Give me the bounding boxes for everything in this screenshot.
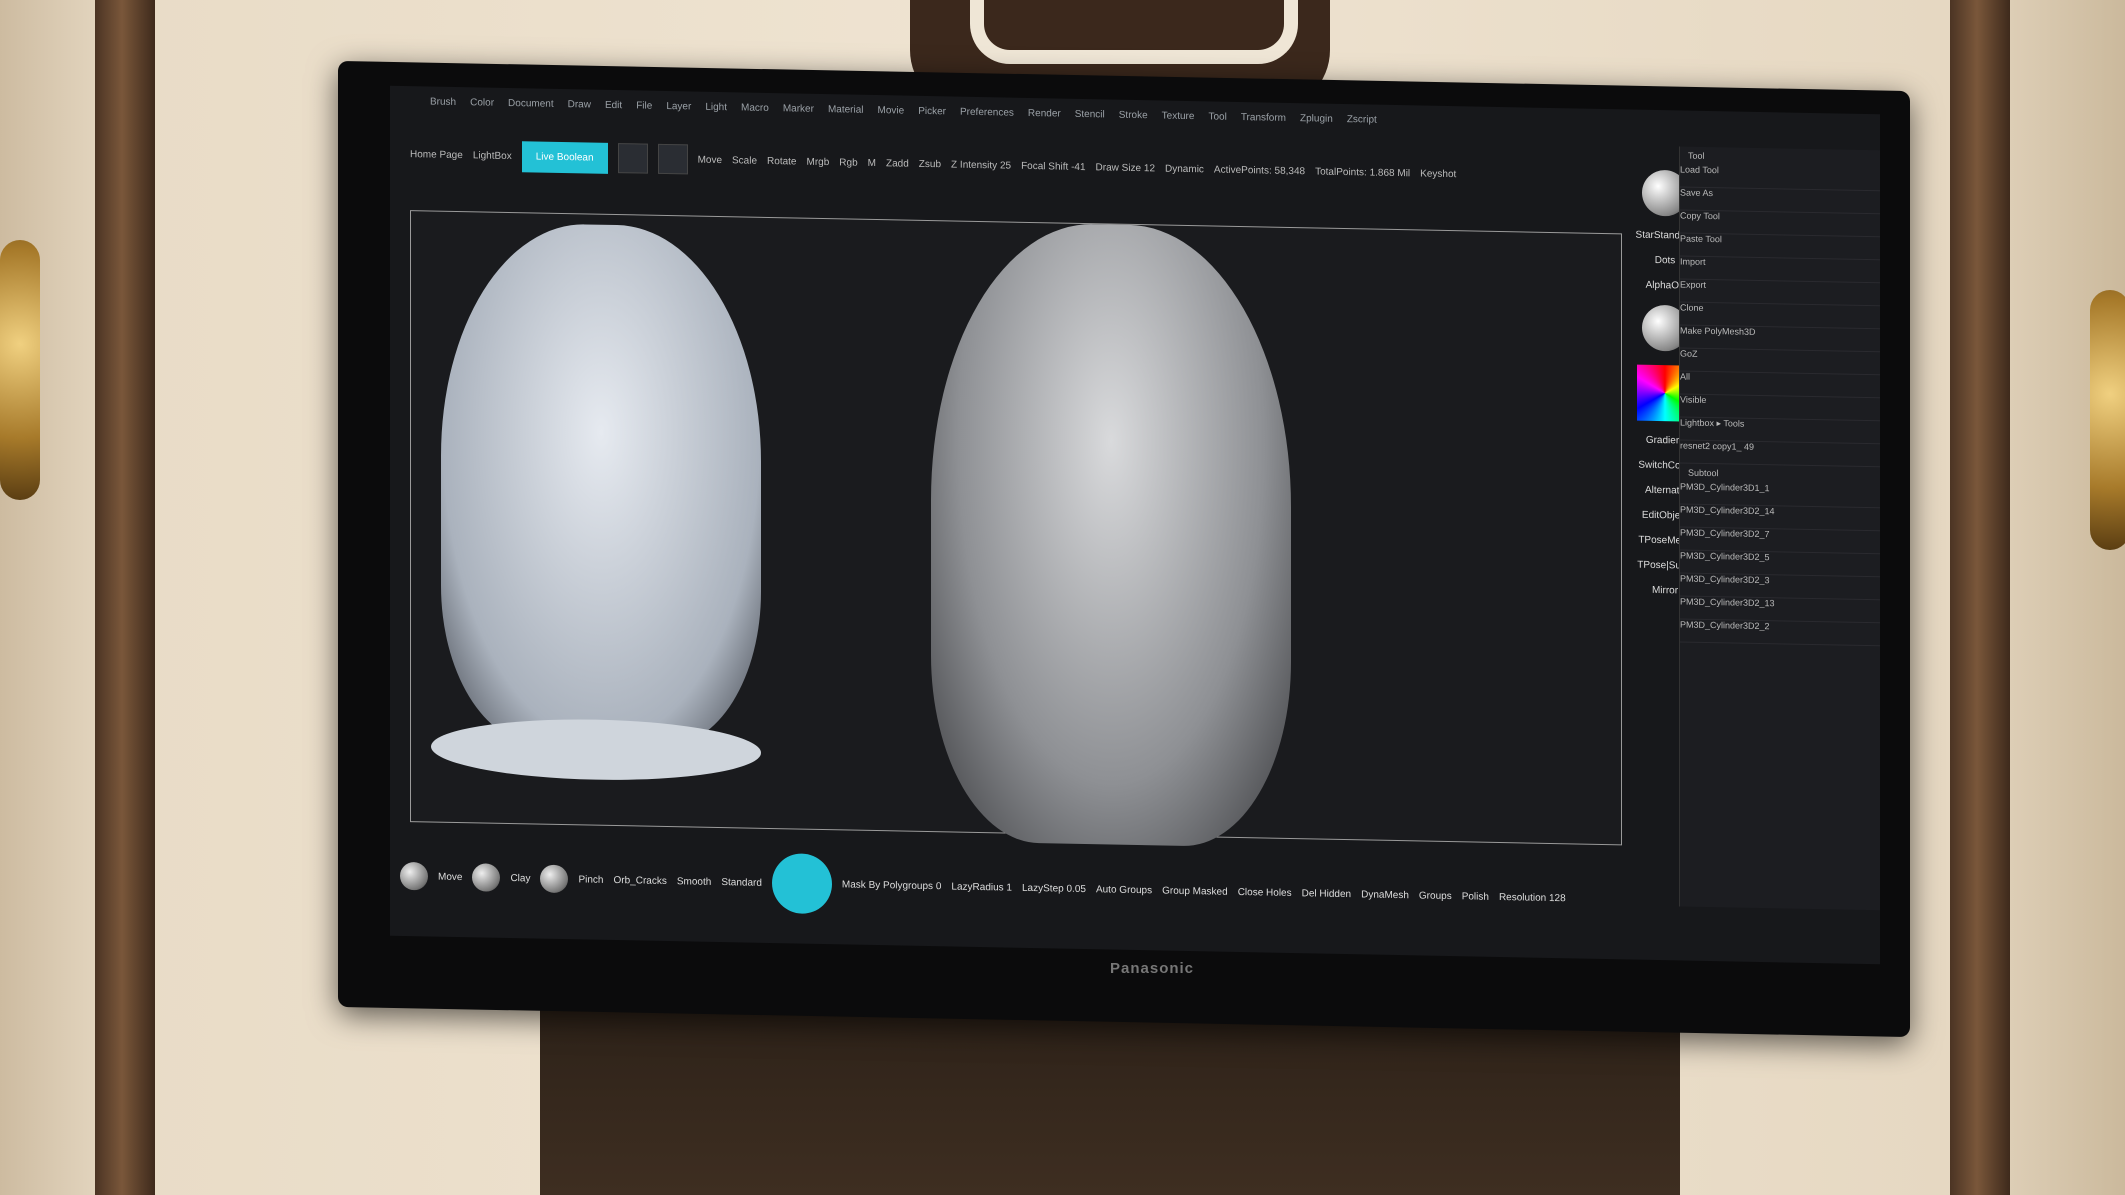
- mask-by-polygroups[interactable]: Mask By Polygroups 0: [842, 879, 942, 892]
- close-holes-button[interactable]: Close Holes: [1238, 886, 1292, 898]
- draw-icon[interactable]: [657, 143, 688, 175]
- brush-label[interactable]: Standard: [721, 877, 762, 889]
- menu-stroke[interactable]: Stroke: [1119, 109, 1148, 121]
- keyshot-button[interactable]: Keyshot: [1420, 168, 1456, 180]
- polish-button[interactable]: Polish: [1462, 891, 1489, 903]
- home-page-button[interactable]: Home Page: [410, 149, 463, 161]
- brush-label[interactable]: Pinch: [578, 874, 603, 885]
- menu-file[interactable]: File: [636, 100, 652, 111]
- dynamic-button[interactable]: Dynamic: [1165, 163, 1204, 175]
- mirror-button[interactable]: Mirror: [1652, 585, 1678, 597]
- menu-zplugin[interactable]: Zplugin: [1300, 113, 1333, 125]
- zbrush-screen: Brush Color Document Draw Edit File Laye…: [390, 85, 1880, 965]
- scale-button[interactable]: Scale: [732, 155, 757, 166]
- gold-frame-left: [0, 240, 40, 500]
- groups-button[interactable]: Groups: [1419, 890, 1452, 902]
- menu-document[interactable]: Document: [508, 97, 554, 109]
- subtool-item[interactable]: PM3D_Cylinder3D2_2: [1680, 619, 1880, 647]
- sculpt-model[interactable]: [931, 221, 1291, 848]
- live-boolean-button[interactable]: Live Boolean: [521, 140, 608, 174]
- menu-zscript[interactable]: Zscript: [1347, 114, 1377, 126]
- menu-render[interactable]: Render: [1028, 107, 1061, 119]
- reference-concept-image: [441, 221, 761, 748]
- dynamesh-button[interactable]: DynaMesh: [1361, 889, 1409, 901]
- menu-marker[interactable]: Marker: [783, 103, 814, 115]
- tray-stroke-label[interactable]: Dots: [1655, 255, 1676, 266]
- brush-label[interactable]: Smooth: [677, 876, 711, 888]
- menu-transform[interactable]: Transform: [1241, 112, 1286, 124]
- m-button[interactable]: M: [868, 157, 876, 168]
- brush-label[interactable]: Clay: [510, 873, 530, 884]
- clay-brush-icon[interactable]: [472, 863, 501, 892]
- auto-groups-button[interactable]: Auto Groups: [1096, 884, 1152, 896]
- move-button[interactable]: Move: [698, 154, 722, 165]
- menu-color[interactable]: Color: [470, 97, 494, 108]
- menu-picker[interactable]: Picker: [918, 105, 946, 117]
- zsub-button[interactable]: Zsub: [919, 158, 941, 169]
- z-intensity-slider[interactable]: Z Intensity 25: [951, 159, 1011, 171]
- active-brush-preview[interactable]: [771, 853, 832, 915]
- menu-macro[interactable]: Macro: [741, 102, 769, 114]
- brush-label[interactable]: Move: [438, 871, 462, 882]
- total-points: TotalPoints: 1.868 Mil: [1315, 165, 1411, 179]
- lazy-radius-slider[interactable]: LazyRadius 1: [951, 881, 1012, 893]
- menu-movie[interactable]: Movie: [878, 105, 905, 117]
- menu-material[interactable]: Material: [828, 104, 864, 116]
- menu-layer[interactable]: Layer: [666, 101, 691, 112]
- wooden-pillar-right: [1950, 0, 2010, 1195]
- menu-stencil[interactable]: Stencil: [1075, 108, 1105, 120]
- brush-label[interactable]: Orb_Cracks: [613, 874, 666, 886]
- move-brush-icon[interactable]: [400, 861, 428, 891]
- bottom-shelf: Move Clay Pinch Orb_Cracks Smooth Standa…: [390, 836, 1660, 940]
- focal-shift-slider[interactable]: Focal Shift -41: [1021, 160, 1085, 172]
- resolution-slider[interactable]: Resolution 128: [1499, 891, 1566, 903]
- menu-tool[interactable]: Tool: [1208, 111, 1226, 122]
- tv-brand: Panasonic: [1110, 960, 1195, 977]
- pinch-brush-icon[interactable]: [540, 864, 569, 894]
- mrgb-button[interactable]: Mrgb: [807, 156, 830, 167]
- edit-icon[interactable]: [617, 143, 648, 174]
- lightbox-button[interactable]: LightBox: [473, 150, 512, 162]
- menu-light[interactable]: Light: [705, 101, 727, 112]
- menu-edit[interactable]: Edit: [605, 99, 622, 110]
- zadd-button[interactable]: Zadd: [886, 158, 909, 169]
- del-hidden-button[interactable]: Del Hidden: [1302, 888, 1351, 900]
- rgb-button[interactable]: Rgb: [839, 157, 857, 168]
- group-masked-button[interactable]: Group Masked: [1162, 885, 1228, 897]
- lazy-step-slider[interactable]: LazyStep 0.05: [1022, 882, 1086, 894]
- gold-frame-right: [2090, 290, 2125, 550]
- menu-texture[interactable]: Texture: [1162, 110, 1195, 122]
- wooden-pillar-left: [95, 0, 155, 1195]
- rotate-button[interactable]: Rotate: [767, 155, 796, 167]
- menu-draw[interactable]: Draw: [568, 99, 591, 110]
- draw-size-slider[interactable]: Draw Size 12: [1096, 162, 1155, 174]
- active-points: ActivePoints: 58,348: [1213, 164, 1306, 177]
- viewport-canvas[interactable]: [410, 210, 1622, 848]
- tool-palette: Tool Load Tool Save As Copy Tool Paste T…: [1679, 146, 1880, 911]
- menu-brush[interactable]: Brush: [430, 96, 456, 108]
- menu-preferences[interactable]: Preferences: [960, 106, 1014, 118]
